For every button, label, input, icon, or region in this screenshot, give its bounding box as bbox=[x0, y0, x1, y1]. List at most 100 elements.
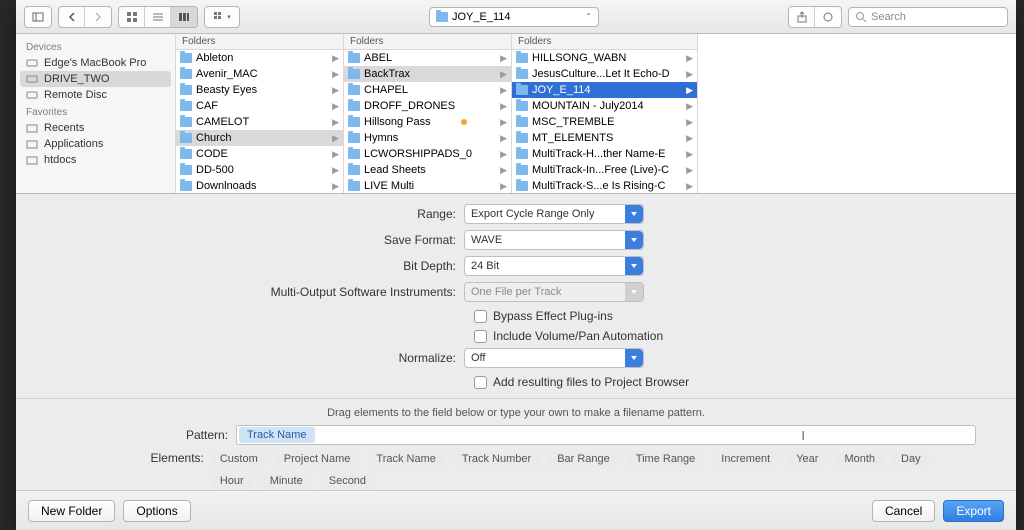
element-token[interactable]: Month bbox=[836, 451, 883, 467]
path-popup[interactable]: JOY_E_114 ⌃ bbox=[429, 7, 599, 27]
chevron-right-icon: ▶ bbox=[686, 101, 693, 112]
folder-row[interactable]: CAMELOT▶ bbox=[176, 114, 343, 130]
chevron-right-icon: ▶ bbox=[500, 117, 507, 128]
element-token[interactable]: Time Range bbox=[628, 451, 704, 467]
element-token[interactable]: Increment bbox=[713, 451, 778, 467]
range-label: Range: bbox=[16, 207, 464, 221]
arrange-button[interactable]: ▾ bbox=[205, 7, 239, 27]
chevron-right-icon: ▶ bbox=[332, 181, 339, 192]
toggle-sidebar-button[interactable] bbox=[25, 7, 51, 27]
folder-row[interactable]: Hymns▶ bbox=[344, 130, 511, 146]
folder-row[interactable]: CAF▶ bbox=[176, 98, 343, 114]
depth-select[interactable]: 24 Bit bbox=[464, 256, 644, 276]
element-token[interactable]: Minute bbox=[262, 473, 311, 489]
sidebar: Devices Edge's MacBook ProDRIVE_TWORemot… bbox=[16, 34, 176, 193]
toolbar: ▾ JOY_E_114 ⌃ Search bbox=[16, 0, 1016, 34]
cancel-button[interactable]: Cancel bbox=[872, 500, 935, 522]
sidebar-toggle-group bbox=[24, 6, 52, 28]
sidebar-favorite-item[interactable]: htdocs bbox=[16, 152, 175, 168]
view-group bbox=[118, 6, 198, 28]
element-token[interactable]: Track Name bbox=[368, 451, 444, 467]
folder-row[interactable]: Lead Sheets▶ bbox=[344, 162, 511, 178]
folder-row[interactable]: Ableton▶ bbox=[176, 50, 343, 66]
element-token[interactable]: Project Name bbox=[276, 451, 359, 467]
bypass-label: Bypass Effect Plug-ins bbox=[493, 309, 613, 323]
element-token[interactable]: Track Number bbox=[454, 451, 539, 467]
element-token[interactable]: Hour bbox=[212, 473, 252, 489]
forward-button[interactable] bbox=[85, 7, 111, 27]
nav-group bbox=[58, 6, 112, 28]
options-button[interactable]: Options bbox=[123, 500, 190, 522]
sidebar-favorite-item[interactable]: Applications bbox=[16, 136, 175, 152]
search-field[interactable]: Search bbox=[848, 7, 1008, 27]
folder-icon bbox=[180, 133, 192, 143]
folder-icon bbox=[348, 85, 360, 95]
element-token[interactable]: Second bbox=[321, 473, 374, 489]
folder-icon bbox=[26, 138, 38, 150]
folder-row[interactable]: Downlnoads▶ bbox=[176, 178, 343, 193]
folder-row[interactable]: MultiTrack-H...ther Name-E▶ bbox=[512, 146, 697, 162]
folder-row[interactable]: Hillsong Pass▶ bbox=[344, 114, 511, 130]
sidebar-device-item[interactable]: DRIVE_TWO bbox=[20, 71, 171, 87]
pattern-field[interactable]: Track Name I bbox=[236, 425, 976, 445]
folder-row[interactable]: ABEL▶ bbox=[344, 50, 511, 66]
folder-icon bbox=[180, 181, 192, 191]
new-folder-button[interactable]: New Folder bbox=[28, 500, 115, 522]
folder-icon bbox=[180, 149, 192, 159]
drive-icon bbox=[26, 73, 38, 85]
folder-row[interactable]: LIVE Multi▶ bbox=[344, 178, 511, 193]
folder-row[interactable]: Avenir_MAC▶ bbox=[176, 66, 343, 82]
tags-button[interactable] bbox=[815, 7, 841, 27]
folder-row[interactable]: JOY_E_114▶ bbox=[512, 82, 697, 98]
include-checkbox[interactable] bbox=[474, 330, 487, 343]
chevron-right-icon: ▶ bbox=[686, 181, 693, 192]
folder-row[interactable]: MultiTrack-In...Free (Live)-C▶ bbox=[512, 162, 697, 178]
normalize-select[interactable]: Off bbox=[464, 348, 644, 368]
folder-row[interactable]: MOUNTAIN - July2014▶ bbox=[512, 98, 697, 114]
icon-view-button[interactable] bbox=[119, 7, 145, 27]
sidebar-devices-header: Devices bbox=[16, 38, 175, 55]
folder-icon bbox=[180, 165, 192, 175]
folder-row[interactable]: DD-500▶ bbox=[176, 162, 343, 178]
chevron-right-icon: ▶ bbox=[332, 69, 339, 80]
folder-row[interactable]: JesusCulture...Let It Echo-D▶ bbox=[512, 66, 697, 82]
folder-row[interactable]: CHAPEL▶ bbox=[344, 82, 511, 98]
folder-row[interactable]: Beasty Eyes▶ bbox=[176, 82, 343, 98]
element-token[interactable]: Year bbox=[788, 451, 826, 467]
folder-icon bbox=[516, 133, 528, 143]
back-button[interactable] bbox=[59, 7, 85, 27]
sidebar-device-item[interactable]: Edge's MacBook Pro bbox=[16, 55, 175, 71]
export-button[interactable]: Export bbox=[943, 500, 1004, 522]
element-token[interactable]: Day bbox=[893, 451, 929, 467]
element-token[interactable]: Custom bbox=[212, 451, 266, 467]
bypass-checkbox[interactable] bbox=[474, 310, 487, 323]
folder-icon bbox=[516, 101, 528, 111]
folder-row[interactable]: BackTrax▶ bbox=[344, 66, 511, 82]
chevron-right-icon: ▶ bbox=[332, 85, 339, 96]
element-token[interactable]: Bar Range bbox=[549, 451, 618, 467]
folder-row[interactable]: MultiTrack-S...e Is Rising-C▶ bbox=[512, 178, 697, 193]
folder-icon bbox=[348, 165, 360, 175]
folder-row[interactable]: Church▶ bbox=[176, 130, 343, 146]
pattern-token[interactable]: Track Name bbox=[239, 427, 315, 443]
text-cursor-icon: I bbox=[801, 428, 805, 443]
format-select[interactable]: WAVE bbox=[464, 230, 644, 250]
addfiles-checkbox[interactable] bbox=[474, 376, 487, 389]
folder-icon bbox=[180, 117, 192, 127]
folder-icon bbox=[516, 53, 528, 63]
folder-row[interactable]: CODE▶ bbox=[176, 146, 343, 162]
folder-row[interactable]: MT_ELEMENTS▶ bbox=[512, 130, 697, 146]
folder-row[interactable]: MSC_TREMBLE▶ bbox=[512, 114, 697, 130]
folder-row[interactable]: HILLSONG_WABN▶ bbox=[512, 50, 697, 66]
folder-icon bbox=[348, 117, 360, 127]
column-header: Folders bbox=[176, 34, 343, 50]
list-view-button[interactable] bbox=[145, 7, 171, 27]
folder-row[interactable]: LCWORSHIPPADS_0▶ bbox=[344, 146, 511, 162]
sidebar-favorite-item[interactable]: Recents bbox=[16, 120, 175, 136]
range-select[interactable]: Export Cycle Range Only bbox=[464, 204, 644, 224]
column-view-button[interactable] bbox=[171, 7, 197, 27]
share-button[interactable] bbox=[789, 7, 815, 27]
column-2: Folders ABEL▶BackTrax▶CHAPEL▶DROFF_DRONE… bbox=[344, 34, 512, 193]
sidebar-device-item[interactable]: Remote Disc bbox=[16, 87, 175, 103]
folder-row[interactable]: DROFF_DRONES▶ bbox=[344, 98, 511, 114]
